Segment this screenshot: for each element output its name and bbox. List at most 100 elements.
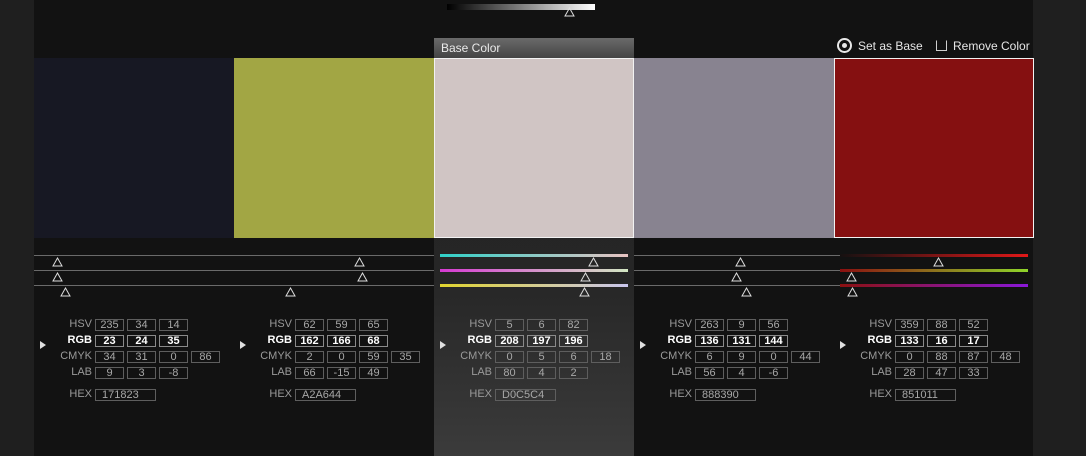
hsv-field[interactable]: 52 [959,319,988,331]
rgb-field[interactable]: 68 [359,335,388,347]
base-red-gradient[interactable] [440,254,628,257]
rgb-field[interactable]: 35 [159,335,188,347]
slider-line-5[interactable] [634,270,840,271]
rgb-field[interactable]: 144 [759,335,788,347]
hsv-field[interactable]: 82 [559,319,588,331]
hsv-field[interactable]: 88 [927,319,956,331]
color-swatch-2[interactable] [234,58,434,238]
cmyk-field[interactable]: 0 [159,351,188,363]
hex-field[interactable]: 171823 [95,389,156,401]
rgb-field[interactable]: 166 [327,335,356,347]
cmyk-field[interactable]: 88 [927,351,956,363]
cmyk-field[interactable]: 9 [727,351,756,363]
lab-field[interactable]: 4 [727,367,756,379]
slider-handle[interactable] [731,272,742,282]
rgb-field[interactable]: 136 [695,335,724,347]
hsv-field[interactable]: 65 [359,319,388,331]
lab-field[interactable]: 9 [95,367,124,379]
cmyk-field[interactable]: 18 [591,351,620,363]
hsv-field[interactable]: 56 [759,319,788,331]
color-swatch-4[interactable] [634,58,834,238]
cmyk-field[interactable]: 6 [695,351,724,363]
hsv-field[interactable]: 359 [895,319,924,331]
selected-green-gradient[interactable] [840,269,1028,272]
cmyk-field[interactable]: 5 [527,351,556,363]
hex-field[interactable]: D0C5C4 [495,389,556,401]
lab-field[interactable]: 33 [959,367,988,379]
lab-field[interactable]: 3 [127,367,156,379]
lab-field[interactable]: 80 [495,367,524,379]
cmyk-field[interactable]: 48 [991,351,1020,363]
lab-field[interactable]: -15 [327,367,356,379]
rgb-field[interactable]: 196 [559,335,588,347]
slider-handle[interactable] [579,287,590,297]
cmyk-field[interactable]: 34 [95,351,124,363]
rgb-field[interactable]: 208 [495,335,524,347]
lab-field[interactable]: 66 [295,367,324,379]
hsv-field[interactable]: 62 [295,319,324,331]
rgb-field[interactable]: 133 [895,335,924,347]
hsv-field[interactable]: 34 [127,319,156,331]
cmyk-field[interactable]: 31 [127,351,156,363]
cmyk-field[interactable]: 87 [959,351,988,363]
hex-field[interactable]: 851011 [895,389,956,401]
slider-line-6[interactable] [634,285,840,286]
hex-field[interactable]: 888390 [695,389,756,401]
cmyk-field[interactable]: 59 [359,351,388,363]
rgb-field[interactable]: 197 [527,335,556,347]
hsv-field[interactable]: 59 [327,319,356,331]
slider-handle[interactable] [735,257,746,267]
slider-handle[interactable] [847,287,858,297]
slider-handle[interactable] [354,257,365,267]
slider-handle[interactable] [580,272,591,282]
slider-handle[interactable] [933,257,944,267]
lab-field[interactable]: 56 [695,367,724,379]
set-as-base-button[interactable]: Set as Base [837,38,923,56]
slider-line-3[interactable] [34,285,434,286]
slider-handle[interactable] [60,287,71,297]
rgb-field[interactable]: 16 [927,335,956,347]
slider-handle[interactable] [52,272,63,282]
lab-field[interactable]: 28 [895,367,924,379]
slider-handle[interactable] [52,257,63,267]
hex-field[interactable]: A2A644 [295,389,356,401]
rgb-field[interactable]: 162 [295,335,324,347]
slider-line-2[interactable] [34,270,434,271]
slider-line-4[interactable] [634,255,840,256]
cmyk-field[interactable]: 44 [791,351,820,363]
cmyk-field[interactable]: 0 [759,351,788,363]
color-swatch-5[interactable] [834,58,1034,238]
hsv-field[interactable]: 14 [159,319,188,331]
hsv-field[interactable]: 263 [695,319,724,331]
cmyk-field[interactable]: 0 [495,351,524,363]
hsv-field[interactable]: 9 [727,319,756,331]
selected-blue-gradient[interactable] [840,284,1028,287]
slider-handle[interactable] [357,272,368,282]
rgb-field[interactable]: 131 [727,335,756,347]
hsv-field[interactable]: 235 [95,319,124,331]
rgb-field[interactable]: 24 [127,335,156,347]
cmyk-field[interactable]: 0 [327,351,356,363]
brightness-slider-handle[interactable] [564,7,576,17]
slider-handle[interactable] [846,272,857,282]
lab-field[interactable]: 2 [559,367,588,379]
rgb-field[interactable]: 17 [959,335,988,347]
slider-handle[interactable] [741,287,752,297]
lab-field[interactable]: -6 [759,367,788,379]
lab-field[interactable]: -8 [159,367,188,379]
lab-field[interactable]: 47 [927,367,956,379]
slider-handle[interactable] [588,257,599,267]
cmyk-field[interactable]: 0 [895,351,924,363]
color-swatch-3[interactable] [434,58,634,238]
slider-line-1[interactable] [34,255,434,256]
rgb-field[interactable]: 23 [95,335,124,347]
cmyk-field[interactable]: 6 [559,351,588,363]
base-green-gradient[interactable] [440,269,628,272]
slider-handle[interactable] [285,287,296,297]
base-blue-gradient[interactable] [440,284,628,287]
cmyk-field[interactable]: 2 [295,351,324,363]
cmyk-field[interactable]: 86 [191,351,220,363]
cmyk-field[interactable]: 35 [391,351,420,363]
lab-field[interactable]: 49 [359,367,388,379]
remove-color-button[interactable]: Remove Color [936,38,1030,56]
